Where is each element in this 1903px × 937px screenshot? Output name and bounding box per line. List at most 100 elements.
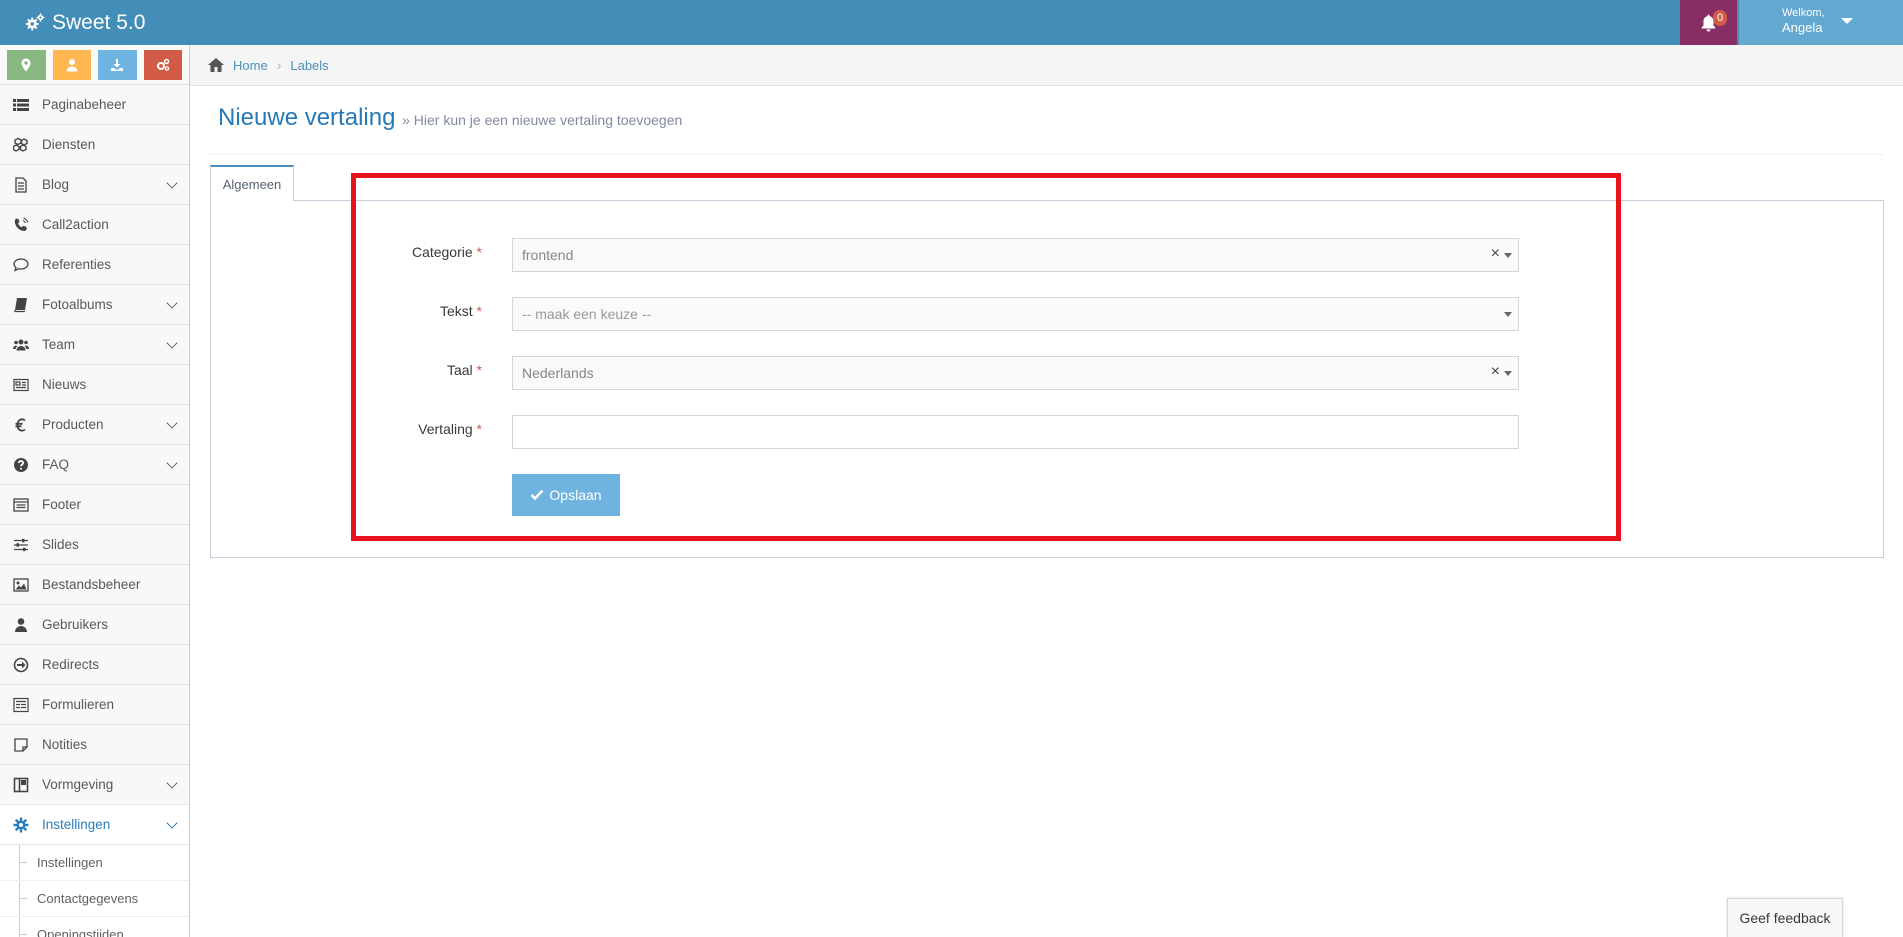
vertaling-label: Vertaling * (418, 421, 482, 437)
tree-line (19, 845, 27, 880)
save-button[interactable]: Opslaan (512, 474, 620, 516)
form-icon (11, 696, 31, 714)
file-text-icon (11, 176, 31, 194)
home-icon (208, 58, 224, 72)
cogs-icon (156, 58, 169, 71)
chevron-down-icon (166, 337, 178, 349)
sidebar: Paginabeheer Diensten Blog Call2action Refer… (0, 45, 190, 937)
book-icon (11, 296, 31, 314)
sidebar-item-label: Bestandsbeheer (42, 577, 141, 592)
cogs-icon (25, 12, 45, 30)
sidebar-item-formulieren[interactable]: Formulieren (0, 685, 189, 725)
sidebar-item-blog[interactable]: Blog (0, 165, 189, 205)
vertaling-input[interactable] (512, 415, 1519, 449)
chevron-down-icon (166, 177, 178, 189)
sidebar-item-footer[interactable]: Footer (0, 485, 189, 525)
caret-down-icon (1504, 312, 1512, 317)
shortcut-settings-button[interactable] (143, 50, 182, 80)
sidebar-item-team[interactable]: Team (0, 325, 189, 365)
sidebar-item-referenties[interactable]: Referenties (0, 245, 189, 285)
submenu-item-instellingen[interactable]: Instellingen (0, 845, 189, 881)
top-navbar: Sweet 5.0 0 Welkom, Angela (0, 0, 1903, 45)
sidebar-item-notities[interactable]: Notities (0, 725, 189, 765)
check-icon (531, 489, 544, 501)
taal-label: Taal * (446, 362, 482, 378)
gear-icon (11, 816, 31, 834)
shortcut-user-button[interactable] (52, 50, 91, 80)
sidebar-item-gebruikers[interactable]: Gebruikers (0, 605, 189, 645)
brand[interactable]: Sweet 5.0 (24, 0, 145, 45)
sidebar-item-faq[interactable]: FAQ (0, 445, 189, 485)
sidebar-menu: Paginabeheer Diensten Blog Call2action Refer… (0, 85, 189, 937)
shortcut-download-button[interactable] (98, 50, 137, 80)
breadcrumb: Home › Labels (190, 45, 1903, 86)
user-icon (11, 616, 31, 634)
clear-icon[interactable]: × (1491, 245, 1500, 263)
taal-select[interactable]: Nederlands × (512, 356, 1519, 390)
sidebar-item-redirects[interactable]: Redirects (0, 645, 189, 685)
sidebar-item-diensten[interactable]: Diensten (0, 125, 189, 165)
caret-down-icon (1504, 253, 1512, 258)
sidebar-item-label: Formulieren (42, 697, 115, 712)
sidebar-item-label: Referenties (42, 257, 112, 272)
arrow-circle-icon (11, 656, 31, 674)
brand-name: Sweet 5.0 (52, 11, 146, 34)
categorie-select[interactable]: frontend × (512, 238, 1519, 272)
chevron-down-icon (166, 777, 178, 789)
sidebar-item-label: Notities (42, 737, 88, 752)
columns-icon (11, 776, 31, 794)
users-icon (11, 336, 31, 354)
sidebar-item-label: Fotoalbums (42, 297, 113, 312)
image-icon (11, 576, 31, 594)
caret-down-icon (1841, 18, 1853, 24)
map-marker-icon (21, 58, 31, 72)
notification-count-badge: 0 (1713, 10, 1727, 26)
breadcrumb-home-link[interactable]: Home (233, 58, 268, 73)
caret-down-icon (1504, 371, 1512, 376)
tab-algemeen[interactable]: Algemeen (210, 165, 294, 201)
sidebar-item-slides[interactable]: Slides (0, 525, 189, 565)
user-name: Angela (1782, 20, 1823, 35)
chevron-down-icon (166, 417, 178, 429)
welcome-text: Welkom, (1782, 7, 1825, 19)
breadcrumb-separator: › (276, 57, 282, 73)
page-title-text: Nieuwe vertaling (218, 104, 396, 131)
page-title: Nieuwe vertaling » Hier kun je een nieuw… (218, 104, 682, 132)
sidebar-item-instellingen[interactable]: Instellingen (0, 805, 189, 845)
window-icon (11, 496, 31, 514)
submenu-item-contactgegevens[interactable]: Contactgegevens (0, 881, 189, 917)
sidebar-item-paginabeheer[interactable]: Paginabeheer (0, 85, 189, 125)
sidebar-item-producten[interactable]: Producten (0, 405, 189, 445)
tekst-placeholder: -- maak een keuze -- (522, 306, 652, 322)
sidebar-item-fotoalbums[interactable]: Fotoalbums (0, 285, 189, 325)
submenu-item-label: Contactgegevens (37, 891, 139, 906)
sidebar-item-label: Blog (42, 177, 70, 192)
tree-line (19, 917, 27, 937)
user-menu[interactable]: Welkom, Angela (1739, 0, 1903, 45)
submenu-item-openingstijden[interactable]: Openingstijden (0, 917, 189, 937)
feedback-button[interactable]: Geef feedback (1727, 898, 1843, 937)
sidebar-item-label: FAQ (42, 457, 70, 472)
shortcut-location-button[interactable] (7, 50, 46, 80)
tekst-label: Tekst * (439, 303, 482, 319)
sidebar-item-label: Footer (42, 497, 82, 512)
breadcrumb-labels-link[interactable]: Labels (290, 58, 328, 73)
list-icon (11, 96, 31, 114)
notifications-button[interactable]: 0 (1680, 0, 1737, 45)
sidebar-item-label: Slides (42, 537, 79, 552)
tekst-select[interactable]: -- maak een keuze -- (512, 297, 1519, 331)
page-subtitle: » Hier kun je een nieuwe vertaling toevo… (402, 112, 683, 128)
sidebar-item-bestandsbeheer[interactable]: Bestandsbeheer (0, 565, 189, 605)
sidebar-item-label: Producten (42, 417, 104, 432)
sidebar-item-call2action[interactable]: Call2action (0, 205, 189, 245)
clear-icon[interactable]: × (1491, 363, 1500, 381)
taal-value: Nederlands (522, 365, 594, 381)
comment-icon (11, 256, 31, 274)
sidebar-item-label: Vormgeving (42, 777, 114, 792)
sidebar-item-label: Diensten (42, 137, 96, 152)
sticky-note-icon (11, 736, 31, 754)
sidebar-item-vormgeving[interactable]: Vormgeving (0, 765, 189, 805)
sidebar-item-nieuws[interactable]: Nieuws (0, 365, 189, 405)
save-button-label: Opslaan (549, 487, 602, 503)
sidebar-item-label: Gebruikers (42, 617, 109, 632)
